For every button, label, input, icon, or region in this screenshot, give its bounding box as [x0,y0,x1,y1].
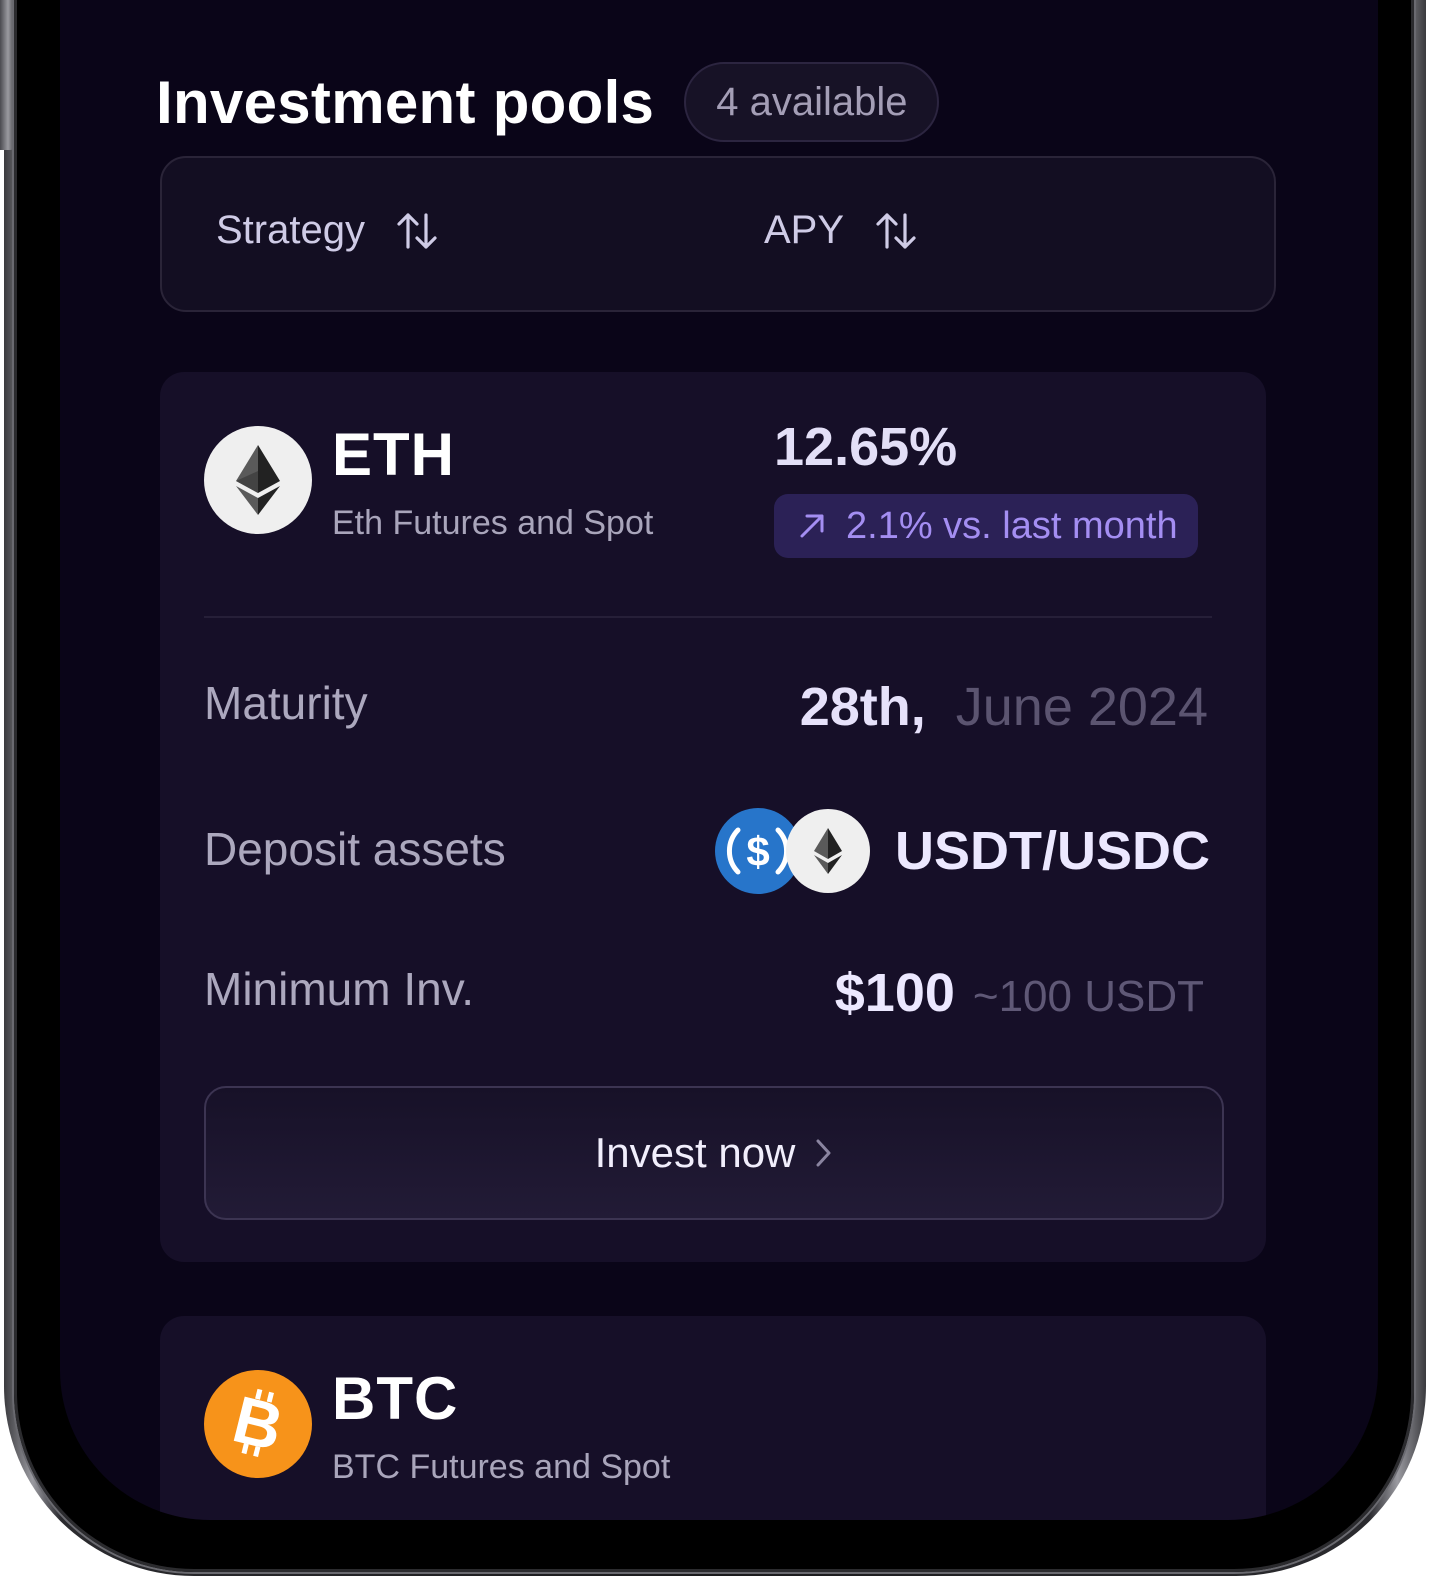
deposit-assets-label: Deposit assets [204,823,506,875]
apy-trend-badge: 2.1% vs. last month [774,494,1198,558]
maturity-label: Maturity [204,677,368,729]
pool-symbol: BTC [332,1365,459,1432]
minimum-amount: $100 [834,963,955,1023]
pool-card-eth: ETH Eth Futures and Spot 12.65% 2.1% vs.… [160,372,1266,1262]
card-divider [204,616,1212,618]
arrow-up-right-icon [800,514,824,538]
maturity-month-year: June 2024 [955,677,1208,737]
apy-value: 12.65% [774,417,958,477]
sort-apy-label: APY [764,208,845,252]
pool-count-badge: 4 available [684,62,940,142]
svg-text:$: $ [746,828,769,875]
apy-trend-text: 2.1% vs. last month [846,504,1178,547]
sort-arrows-icon [874,209,918,253]
invest-now-button[interactable]: Invest now [204,1086,1224,1220]
chevron-right-icon [813,1136,833,1170]
sort-arrows-icon [395,209,439,253]
ethereum-icon [786,809,870,893]
maturity-day: 28th, [799,677,926,737]
pool-description: BTC Futures and Spot [332,1448,671,1486]
maturity-value: 28th, June 2024 [800,676,1208,738]
sort-by-apy[interactable]: APY [764,208,918,253]
pool-symbol: ETH [332,421,455,488]
invest-now-label: Invest now [594,1129,796,1176]
bitcoin-icon: B [204,1370,312,1478]
deposit-assets-value: USDT/USDC [894,821,1210,881]
ethereum-icon [204,426,312,534]
sort-strategy-label: Strategy [216,208,365,252]
minimum-investment-value: $100 ~100 USDT [835,962,1204,1024]
minimum-amount-usdt: ~100 USDT [972,972,1204,1021]
minimum-investment-label: Minimum Inv. [204,963,475,1015]
page-title: Investment pools [156,68,655,136]
deposit-asset-icons: $ [714,806,874,896]
pool-description: Eth Futures and Spot [332,504,654,542]
page-header: Investment pools 4 available [156,62,940,142]
screen: Investment pools 4 available Strategy AP… [60,0,1378,1520]
sort-bar: Strategy APY [160,156,1276,312]
pool-card-btc: B BTC BTC Futures and Spot [160,1316,1266,1520]
sort-by-strategy[interactable]: Strategy [216,208,439,253]
